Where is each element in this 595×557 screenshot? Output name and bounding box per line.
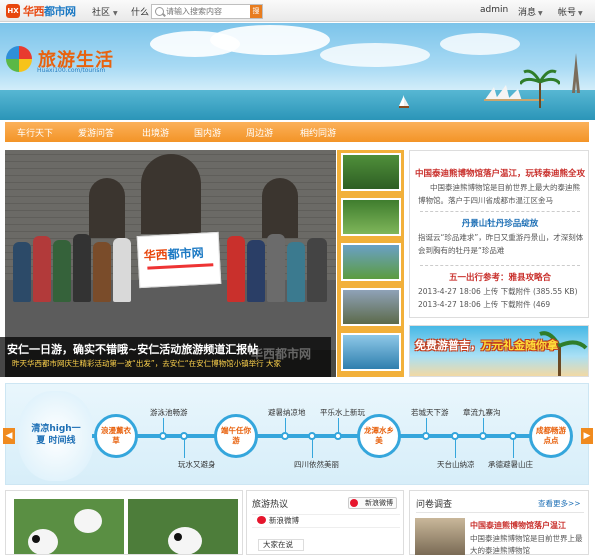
sailboat-icon xyxy=(399,95,409,108)
cloud-decoration xyxy=(320,43,430,67)
site-logo[interactable]: HX 华西都市网 xyxy=(6,3,76,19)
chevron-down-icon: ▼ xyxy=(538,10,543,17)
news-summary: 指诞云“珍品难求”，昨日又重游丹景山，才深刻体会到胸有的牡丹是“珍品难 xyxy=(418,233,584,255)
nav-item[interactable]: 国内游 xyxy=(194,126,221,139)
timeline-label[interactable]: 天台山纳凉 xyxy=(437,459,475,470)
panda-photo[interactable] xyxy=(14,499,124,554)
timeline-milestone[interactable]: 成都畅游点点 xyxy=(529,414,573,458)
weibo-label[interactable]: 新浪微博 xyxy=(269,515,299,526)
banner-subtitle: Huaxi100.com/tourism xyxy=(37,67,106,74)
what-link[interactable]: 什么 xyxy=(131,5,149,18)
timeline-dot[interactable] xyxy=(281,432,289,440)
eiffel-tower-icon xyxy=(572,53,580,93)
nav-item[interactable]: 爱游问答 xyxy=(78,126,114,139)
news-headline[interactable]: 中国泰迪熊博物馆落户温江，玩转泰迪熊全攻 xyxy=(410,167,590,179)
palm-tree-icon xyxy=(520,69,560,108)
survey-more-link[interactable]: 查看更多>> xyxy=(538,498,581,509)
hot-topics-title: 旅游热议 xyxy=(252,500,289,510)
banner: 旅游生活 Huaxi100.com/tourism xyxy=(0,23,595,120)
survey-image[interactable] xyxy=(415,518,465,555)
promo-text-b: 万元礼金随你拿 xyxy=(481,339,558,352)
user-link[interactable]: admin xyxy=(480,5,508,15)
timeline-dot[interactable] xyxy=(451,432,459,440)
thumbnail[interactable] xyxy=(341,288,401,326)
sign-logo-b: 都市网 xyxy=(167,245,205,262)
promo-banner[interactable]: 免费游普吉，万元礼金随你拿 xyxy=(409,325,589,377)
survey-text: 中国泰迪熊博物馆是目前世界上最大的泰迪熊博物馆 xyxy=(470,534,583,555)
timeline-dot[interactable] xyxy=(479,432,487,440)
messages-menu[interactable]: 消息 ▼ xyxy=(518,5,543,18)
panda-photo[interactable] xyxy=(128,499,238,554)
promo-text-a: 免费游普吉， xyxy=(415,339,481,352)
account-label: 帐号 xyxy=(558,8,577,18)
timeline-dot[interactable] xyxy=(180,432,188,440)
news-headline[interactable]: 丹景山牡丹珍品绽放 xyxy=(410,217,590,229)
survey-title: 问卷调查 xyxy=(416,500,453,510)
search-icon xyxy=(155,7,164,16)
thumbnail-strip xyxy=(337,150,404,377)
news-summary: 中国泰迪熊博物馆是目前世界上最大的泰迪熊博物馆。落户于四川省成都市温江区金马 xyxy=(418,183,580,205)
top-bar: HX 华西都市网 社区▼ 什么 搜 admin 消息▼ 帐号▼ xyxy=(0,0,595,22)
nav-item[interactable]: 车行天下 xyxy=(17,126,53,139)
social-menu[interactable]: 社区 ▼ xyxy=(92,5,118,18)
search-input[interactable] xyxy=(166,7,248,16)
cloud-decoration xyxy=(440,33,520,55)
timeline-dot[interactable] xyxy=(509,432,517,440)
timeline-dot[interactable] xyxy=(308,432,316,440)
slide-watermark: 华西都市网 xyxy=(251,347,312,361)
logo-badge-icon: HX xyxy=(6,4,20,18)
timeline-label[interactable]: 玩水又避身 xyxy=(178,459,216,470)
chevron-down-icon: ▼ xyxy=(113,10,118,17)
slide-title[interactable]: 安仁一日游，确实不错哦~安仁活动旅游频道汇报帖 xyxy=(7,341,258,357)
timeline-dot[interactable] xyxy=(159,432,167,440)
nav-item[interactable]: 出境游 xyxy=(142,126,169,139)
timeline-milestone[interactable]: 浪漫薰衣草 xyxy=(94,414,138,458)
nav-item[interactable]: 相约同游 xyxy=(300,126,336,139)
social-label: 社区 xyxy=(92,8,111,18)
timeline-milestone[interactable]: 龙潭水乡美 xyxy=(357,414,401,458)
chevron-down-icon: ▼ xyxy=(578,10,583,17)
survey-headline[interactable]: 中国泰迪熊博物馆落户温江 xyxy=(470,520,566,531)
cloud-decoration xyxy=(210,25,330,55)
balloon-logo-icon xyxy=(6,46,32,72)
main-nav: 车行天下 爱游问答 出境游 国内游 周边游 相约同游 xyxy=(5,122,589,142)
banner-sign: 华西都市网 xyxy=(136,231,222,289)
timeline-label[interactable]: 避暑纳凉地 xyxy=(268,407,306,418)
timeline-label[interactable]: 承德避暑山庄 xyxy=(488,459,533,470)
timeline-head-text: 清凉high一 夏 时间线 xyxy=(31,424,81,446)
search-button[interactable]: 搜 xyxy=(250,5,262,18)
timeline-dot[interactable] xyxy=(422,432,430,440)
thumbnail[interactable] xyxy=(341,153,401,191)
weibo-icon xyxy=(257,516,266,524)
logo-text-a: 华西 xyxy=(23,5,45,18)
timeline-label[interactable]: 四川依然美丽 xyxy=(294,459,339,470)
sign-logo-a: 华西 xyxy=(143,247,169,263)
timeline-dot[interactable] xyxy=(334,432,342,440)
panda-photos xyxy=(5,490,243,555)
timeline-next-button[interactable]: ▶ xyxy=(581,428,593,444)
thumbnail[interactable] xyxy=(341,243,401,281)
news-panel: 中国泰迪熊博物馆落户温江，玩转泰迪熊全攻 中国泰迪熊博物馆是目前世界上最大的泰迪… xyxy=(409,150,589,318)
weibo-tab-box[interactable]: 大家在说 xyxy=(258,539,304,551)
download-line: 2013-4-27 18:06 上传 下载附件 (469 xyxy=(418,300,551,309)
timeline-label[interactable]: 游泳池畅游 xyxy=(150,407,188,418)
download-line: 2013-4-27 18:06 上传 下载附件 (385.55 KB) xyxy=(418,287,578,296)
thumbnail[interactable] xyxy=(341,198,401,236)
timeline-milestone[interactable]: 端午任你游 xyxy=(214,414,258,458)
timeline-label[interactable]: 章流九寨沟 xyxy=(463,407,501,418)
logo-text-b: 都市网 xyxy=(44,5,76,18)
messages-label: 消息 xyxy=(518,8,537,18)
search-box xyxy=(151,4,263,19)
thumbnail[interactable] xyxy=(341,333,401,371)
nav-item[interactable]: 周边游 xyxy=(246,126,273,139)
timeline-prev-button[interactable]: ◀ xyxy=(3,428,15,444)
news-headline[interactable]: 五一出行参考：雅县攻略合 xyxy=(410,271,590,283)
account-menu[interactable]: 帐号 ▼ xyxy=(558,5,583,18)
timeline-label[interactable]: 平乐水上新玩 xyxy=(320,407,365,418)
timeline-label[interactable]: 若城天下游 xyxy=(411,407,449,418)
weibo-icon xyxy=(350,499,358,507)
